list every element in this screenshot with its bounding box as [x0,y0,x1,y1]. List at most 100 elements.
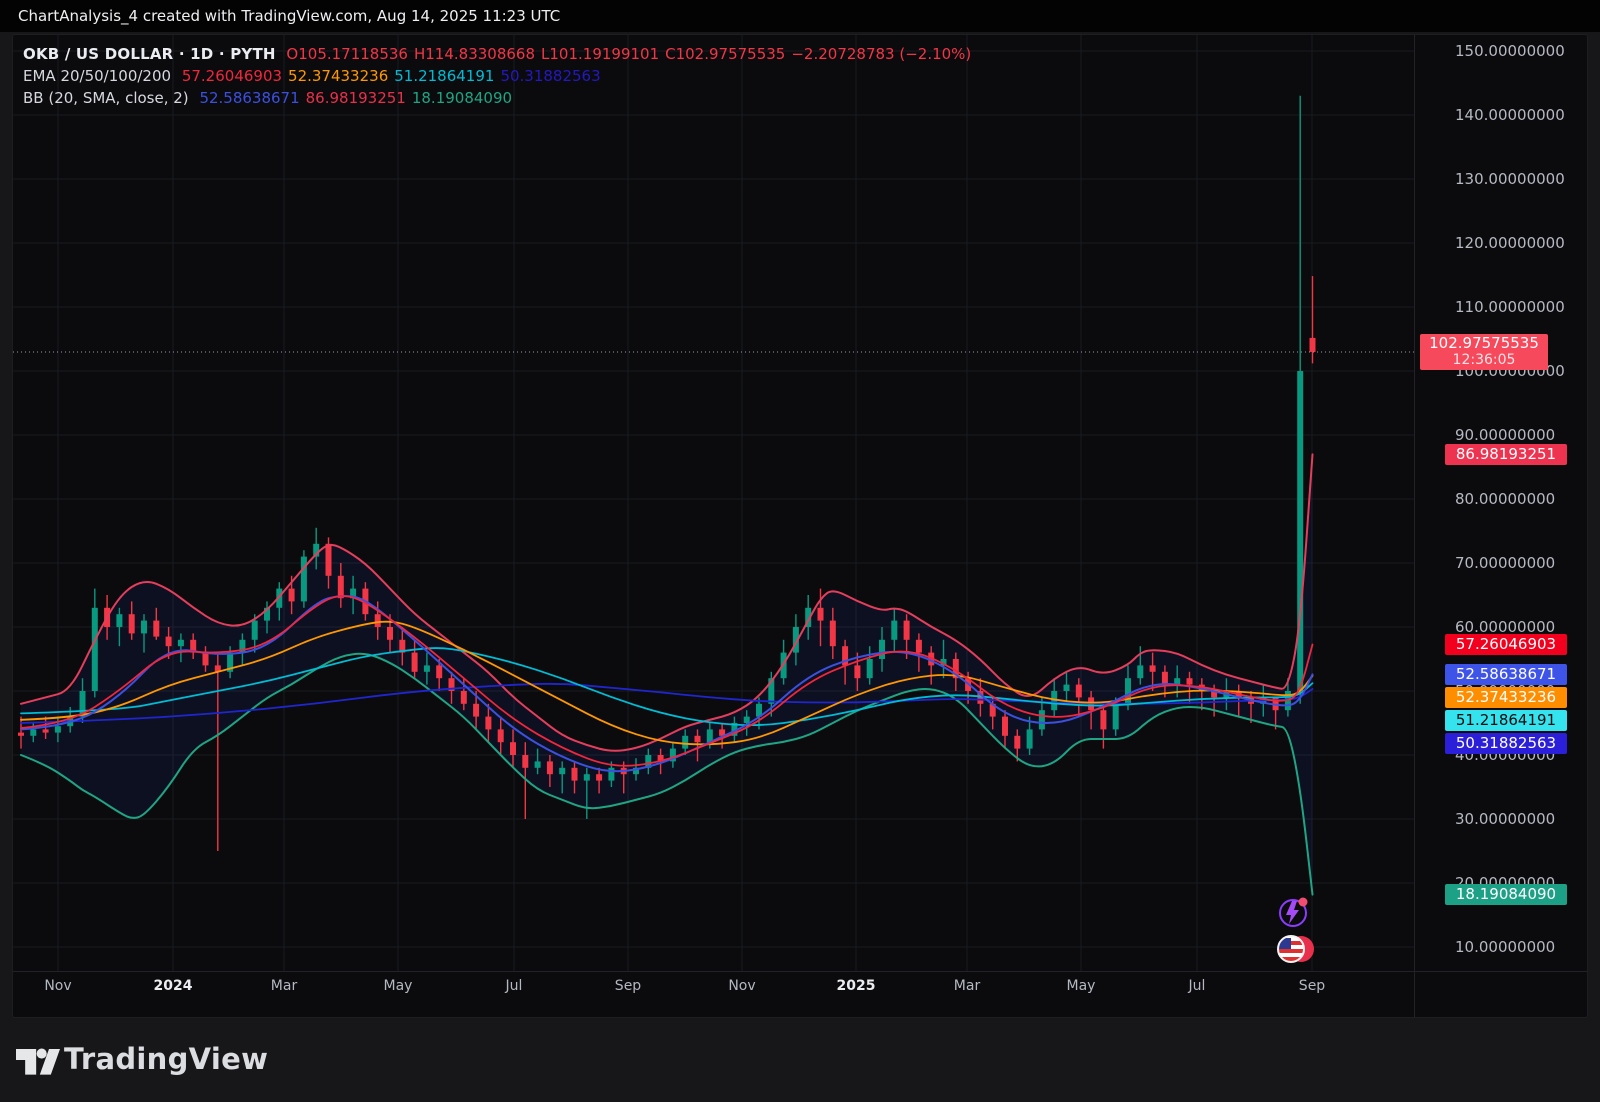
candle-body [166,637,172,647]
time-tick-label: Sep [1299,978,1325,994]
candle-body [572,768,578,781]
us-flag-event-icon[interactable] [1278,936,1314,962]
candle-body [1137,665,1143,678]
price-tick-label: 80.00000000 [1455,491,1555,507]
ohlc-value: O105.17118536 [286,45,408,63]
bb-indicator-label[interactable]: BB (20, SMA, close, 2) [23,89,189,107]
candle-body [1076,685,1082,698]
lightning-event-icon[interactable] [1280,898,1308,927]
ohlc-value: L101.19199101 [541,45,659,63]
candlestick-chart[interactable] [13,35,1588,1018]
indicator-price-badge: 52.37433236 [1445,687,1567,708]
price-tick-label: 120.00000000 [1455,235,1565,251]
candle-body [547,761,553,774]
candle-body [867,659,873,678]
candle-body [854,665,860,678]
time-tick-label: Jul [1189,978,1206,994]
tradingview-logo-icon[interactable] [16,1040,60,1080]
candle-body [129,614,135,633]
time-tick-label: Sep [615,978,641,994]
candle-body [326,544,332,576]
ohlc-value: C102.97575535 [665,45,785,63]
ema-value: 50.31882563 [500,67,600,85]
indicator-price-badge: 52.58638671 [1445,664,1567,685]
candle-body [1002,717,1008,736]
candle-body [141,621,147,634]
candle-body [436,665,442,678]
ema-indicator-label[interactable]: EMA 20/50/100/200 [23,67,171,85]
candle-body [424,665,430,671]
candle-body [596,774,602,780]
ema-value: 52.37433236 [288,67,388,85]
candle-body [510,742,516,755]
ohlc-value: H114.83308668 [414,45,535,63]
price-tick-label: 30.00000000 [1455,811,1555,827]
indicator-price-badge: 57.26046903 [1445,634,1567,655]
candle-body [43,729,49,732]
watermark-title: ChartAnalysis_4 created with TradingView… [0,0,1600,32]
candle-body [473,704,479,717]
time-tick-label: Nov [44,978,71,994]
time-tick-label: May [1067,978,1096,994]
candle-body [695,736,701,742]
candle-body [301,557,307,602]
price-tick-label: 130.00000000 [1455,171,1565,187]
chart-pane[interactable]: OKB / US DOLLAR · 1D · PYTH O105.1711853… [12,34,1588,1018]
indicator-price-badge: 18.19084090 [1445,884,1567,905]
candle-body [498,729,504,742]
price-axis[interactable]: 150.00000000 140.00000000 130.00000000 120.… [1413,35,1587,987]
ema-value: 51.21864191 [394,67,494,85]
candle-body [55,726,61,732]
candle-body [559,768,565,774]
candle-body [608,768,614,781]
candle-body [682,736,688,749]
candle-body [30,729,36,735]
bb-values: 52.5863867186.9819325118.19084090 [199,89,518,107]
bb-value: 18.19084090 [412,89,512,107]
indicator-price-badge: 86.98193251 [1445,444,1567,465]
candle-body [18,733,24,736]
price-tick-label: 140.00000000 [1455,107,1565,123]
candle-body [584,774,590,780]
candle-body [535,761,541,767]
time-tick-label: 2025 [837,978,876,994]
time-tick-label: 2024 [154,978,193,994]
candle-body [1310,338,1316,352]
current-price-value: 102.97575535 [1420,335,1548,352]
price-tick-label: 90.00000000 [1455,427,1555,443]
price-tick-label: 10.00000000 [1455,939,1555,955]
tradingview-brand-text[interactable]: TradingView [64,1042,268,1076]
time-tick-label: Jul [506,978,523,994]
time-axis[interactable]: Nov2024MarMayJulSepNov2025MarMayJulSep [13,971,1588,1018]
candle-body [1014,736,1020,749]
candle-body [830,621,836,647]
ema-values: 57.26046903 52.37433236 51.21864191 50.3188… [182,67,607,85]
footer-bar: TradingView [0,1018,1600,1102]
candle-body [412,653,418,672]
candle-body [203,653,209,666]
current-price-badge: 102.9757553512:36:05 [1420,334,1548,370]
lightning-icon-part [1286,901,1299,924]
time-tick-label: Nov [728,978,755,994]
bar-countdown: 12:36:05 [1420,352,1548,369]
candle-body [178,640,184,646]
candle-body [1150,665,1156,671]
time-tick-label: May [384,978,413,994]
symbol-title[interactable]: OKB / US DOLLAR · 1D · PYTH [23,45,276,63]
candle-body [153,621,159,637]
candle-body [92,608,98,691]
lightning-icon-part [1299,898,1308,907]
legend-symbol-row: OKB / US DOLLAR · 1D · PYTH O105.1711853… [23,43,983,65]
candle-body [338,576,344,598]
candle-body [461,691,467,704]
candle-body [289,589,295,602]
ema-value: 57.26046903 [182,67,282,85]
candle-body [1064,685,1070,691]
candle-body [818,608,824,621]
candle-body [522,755,528,768]
price-tick-label: 150.00000000 [1455,43,1565,59]
price-tick-label: 70.00000000 [1455,555,1555,571]
ohlc-value: −2.20728783 (−2.10%) [791,45,971,63]
candle-body [387,627,393,640]
bb-band-fill [21,454,1313,894]
